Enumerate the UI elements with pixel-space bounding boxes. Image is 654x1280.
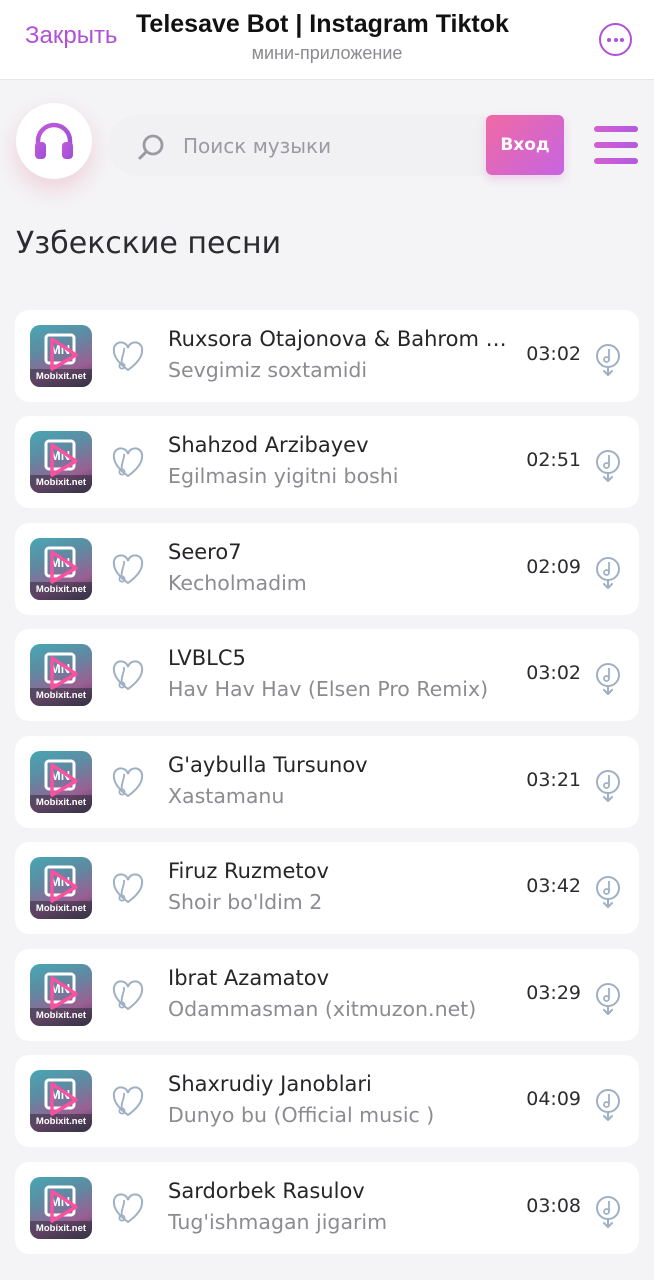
download-icon[interactable] [594, 875, 622, 909]
track-item[interactable]: MN Mobixit.net Shahzod Arzibayev Egilmas… [15, 416, 639, 508]
track-title: Hav Hav Hav (Elsen Pro Remix) [168, 677, 489, 701]
search-bar[interactable] [107, 115, 507, 176]
download-icon[interactable] [594, 556, 622, 590]
track-cover-image: MN Mobixit.net [30, 857, 92, 919]
track-title: Shoir bo'ldim 2 [168, 890, 323, 914]
track-artist: Shahzod Arzibayev [168, 433, 369, 457]
headphones-icon [35, 122, 73, 159]
more-horizontal-icon[interactable] [599, 23, 632, 56]
track-duration: 04:09 [526, 1088, 581, 1110]
track-duration: 03:29 [526, 982, 581, 1004]
track-duration: 03:42 [526, 875, 581, 897]
track-title: Xastamanu [168, 784, 285, 808]
track-item[interactable]: MN Mobixit.net Ibrat Azamatov Odammasman… [15, 949, 639, 1041]
track-artist: Sardorbek Rasulov [168, 1179, 365, 1203]
track-item[interactable]: MN Mobixit.net G'aybulla Tursunov Xastam… [15, 736, 639, 828]
track-artist: Ruxsora Otajonova & Bahrom Nazarov [168, 327, 518, 351]
download-icon[interactable] [594, 343, 622, 377]
track-item[interactable]: MN Mobixit.net Shaxrudiy Janoblari Dunyo… [15, 1055, 639, 1147]
cover-label: Mobixit.net [35, 477, 87, 488]
track-duration: 02:51 [526, 449, 581, 471]
login-button[interactable]: Вход [486, 115, 564, 175]
track-title: Dunyo bu (Official music ) [168, 1103, 435, 1127]
cover-label: Mobixit.net [35, 903, 87, 914]
track-item[interactable]: MN Mobixit.net Seero7 Kecholmadim 02:09 [15, 523, 639, 615]
search-input[interactable] [183, 115, 483, 176]
heart-note-icon[interactable] [111, 660, 145, 692]
menu-icon[interactable] [594, 126, 638, 164]
heart-note-icon[interactable] [111, 767, 145, 799]
track-title: Egilmasin yigitni boshi [168, 464, 399, 488]
logo-button[interactable] [16, 103, 92, 179]
download-icon[interactable] [594, 769, 622, 803]
download-icon[interactable] [594, 449, 622, 483]
download-icon[interactable] [594, 662, 622, 696]
heart-note-icon[interactable] [111, 341, 145, 373]
mini-app-header: Закрыть Telesave Bot | Instagram Tiktok … [0, 0, 654, 80]
close-button[interactable]: Закрыть [25, 22, 117, 50]
track-duration: 03:08 [526, 1195, 581, 1217]
track-title: Odammasman (xitmuzon.net) [168, 997, 477, 1021]
search-icon [138, 134, 164, 160]
track-item[interactable]: MN Mobixit.net Firuz Ruzmetov Shoir bo'l… [15, 842, 639, 934]
track-cover-image: MN Mobixit.net [30, 538, 92, 600]
download-icon[interactable] [594, 1195, 622, 1229]
heart-note-icon[interactable] [111, 1086, 145, 1118]
track-duration: 02:09 [526, 556, 581, 578]
cover-label: Mobixit.net [35, 1116, 87, 1127]
section-title: Узбекские песни [16, 226, 282, 261]
track-cover-image: MN Mobixit.net [30, 644, 92, 706]
track-duration: 03:02 [526, 343, 581, 365]
track-artist: Firuz Ruzmetov [168, 859, 329, 883]
track-artist: Shaxrudiy Janoblari [168, 1072, 372, 1096]
track-artist: LVBLC5 [168, 646, 246, 670]
track-cover-image: MN Mobixit.net [30, 1070, 92, 1132]
track-duration: 03:02 [526, 662, 581, 684]
track-cover-image: MN Mobixit.net [30, 325, 92, 387]
track-title: Kecholmadim [168, 571, 307, 595]
cover-label: Mobixit.net [35, 1010, 87, 1021]
track-artist: G'aybulla Tursunov [168, 753, 368, 777]
heart-note-icon[interactable] [111, 980, 145, 1012]
track-cover-image: MN Mobixit.net [30, 1177, 92, 1239]
cover-label: Mobixit.net [35, 1223, 87, 1234]
cover-label: Mobixit.net [35, 371, 87, 382]
cover-label: Mobixit.net [35, 584, 87, 595]
app-subtitle: мини-приложение [251, 43, 403, 63]
track-cover-image: MN Mobixit.net [30, 964, 92, 1026]
heart-note-icon[interactable] [111, 1193, 145, 1225]
track-cover-image: MN Mobixit.net [30, 431, 92, 493]
track-title: Sevgimiz soxtamidi [168, 358, 368, 382]
track-artist: Seero7 [168, 540, 242, 564]
cover-label: Mobixit.net [35, 797, 87, 808]
track-item[interactable]: MN Mobixit.net Sardorbek Rasulov Tug'ish… [15, 1162, 639, 1254]
track-duration: 03:21 [526, 769, 581, 791]
download-icon[interactable] [594, 982, 622, 1016]
heart-note-icon[interactable] [111, 554, 145, 586]
track-item[interactable]: MN Mobixit.net LVBLC5 Hav Hav Hav (Elsen… [15, 629, 639, 721]
heart-note-icon[interactable] [111, 873, 145, 905]
download-icon[interactable] [594, 1088, 622, 1122]
app-title: Telesave Bot | Instagram Tiktok [136, 10, 509, 38]
track-cover-image: MN Mobixit.net [30, 751, 92, 813]
track-artist: Ibrat Azamatov [168, 966, 330, 990]
track-title: Tug'ishmagan jigarim [168, 1210, 388, 1234]
cover-label: Mobixit.net [35, 690, 87, 701]
heart-note-icon[interactable] [111, 447, 145, 479]
track-item[interactable]: MN Mobixit.net Ruxsora Otajonova & Bahro… [15, 310, 639, 402]
